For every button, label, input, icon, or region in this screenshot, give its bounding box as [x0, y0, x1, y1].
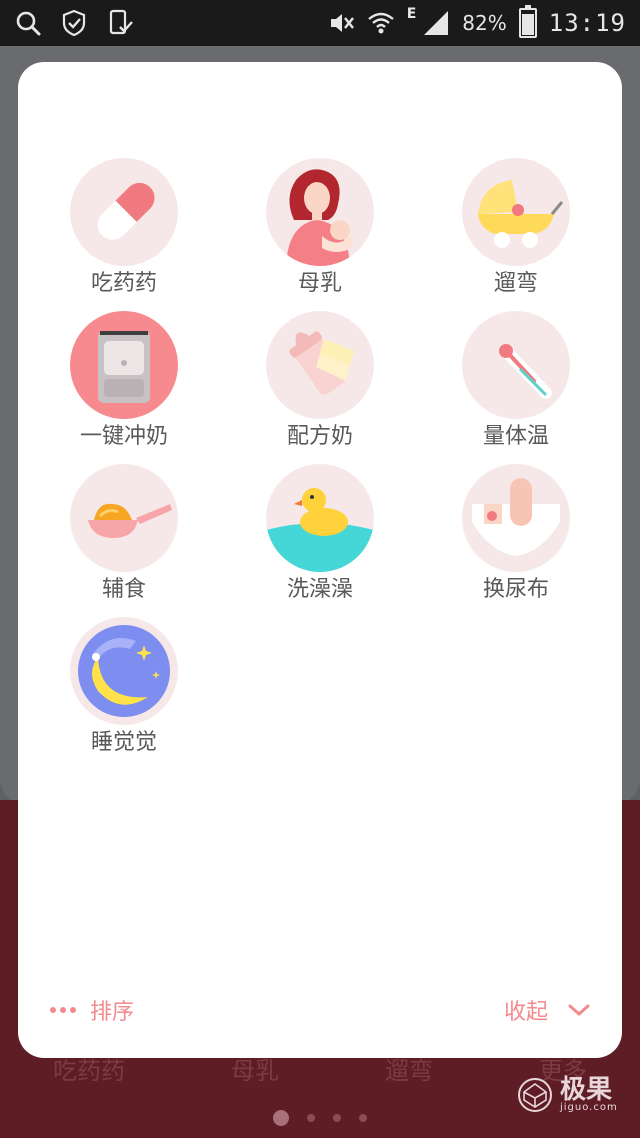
grid-item-label: 配方奶: [286, 424, 353, 449]
grid-item-diaper[interactable]: 换尿布: [418, 464, 614, 604]
baby-stroller-icon: [462, 158, 570, 266]
page-dot: [273, 1110, 289, 1126]
diaper-icon: [462, 464, 570, 572]
status-bar: E 82% 13:19: [0, 0, 640, 46]
function-panel: 吃药药 母乳 遛弯 一键冲奶 配方奶 量体温 辅食 洗澡澡 换尿布 睡觉觉 排序…: [18, 62, 622, 1058]
chevron-down-icon: [568, 1004, 590, 1016]
mute-icon: [330, 14, 354, 32]
collapse-label: 收起: [503, 1000, 548, 1025]
grid-item-label: 量体温: [482, 424, 549, 449]
grid-item-medicine[interactable]: 吃药药: [26, 158, 222, 298]
sort-button[interactable]: 排序: [50, 994, 134, 1026]
grid-item-breastfeed[interactable]: 母乳: [222, 158, 418, 298]
grid-item-formula-machine[interactable]: 一键冲奶: [26, 311, 222, 451]
network-type: E: [406, 6, 417, 22]
watermark-en: jiguo.com: [560, 1102, 618, 1113]
grid-item-label: 睡觉觉: [90, 730, 157, 755]
grid-item-formula-milk[interactable]: 配方奶: [222, 311, 418, 451]
function-grid: 吃药药 母乳 遛弯 一键冲奶 配方奶 量体温 辅食 洗澡澡 换尿布 睡觉觉: [18, 158, 622, 757]
collapse-button[interactable]: 收起: [504, 994, 590, 1026]
grid-item-label: 辅食: [101, 577, 146, 602]
page-dot: [307, 1114, 315, 1122]
grid-item-temperature[interactable]: 量体温: [418, 311, 614, 451]
watermark-cn: 极果: [560, 1075, 613, 1105]
baby-bottle-icon: [266, 311, 374, 419]
shield-check-icon: [62, 9, 86, 37]
sort-label: 排序: [90, 1000, 135, 1025]
grid-item-label: 一键冲奶: [79, 424, 168, 449]
battery-percent: 82%: [462, 11, 507, 35]
grid-item-sleep[interactable]: 睡觉觉: [26, 617, 222, 757]
grid-item-label: 母乳: [297, 271, 342, 296]
page-dot: [333, 1114, 341, 1122]
battery-icon: [518, 5, 537, 38]
jiguo-logo-icon: [518, 1078, 552, 1112]
watermark: 极果 jiguo.com: [516, 1076, 618, 1114]
grid-item-stroller[interactable]: 遛弯: [418, 158, 614, 298]
formula-machine-icon: [70, 311, 178, 419]
thermometer-icon: [462, 311, 570, 419]
grid-item-solid-food[interactable]: 辅食: [26, 464, 222, 604]
breastfeeding-mother-icon: [266, 158, 374, 266]
search-icon: [16, 11, 41, 36]
signal-icon: [424, 11, 449, 35]
phone-check-icon: [109, 9, 133, 35]
bath-duck-icon: [266, 464, 374, 572]
wifi-icon: [367, 12, 394, 34]
clock: 13:19: [548, 9, 626, 37]
panel-footer: 排序 收起: [18, 994, 622, 1034]
food-spoon-icon: [70, 464, 178, 572]
grid-item-label: 吃药药: [90, 271, 157, 296]
grid-item-bath[interactable]: 洗澡澡: [222, 464, 418, 604]
grid-item-label: 遛弯: [493, 271, 538, 296]
sleep-moon-icon: [70, 617, 178, 725]
page-dot: [359, 1114, 367, 1122]
more-dots-icon: [50, 1007, 76, 1013]
grid-item-label: 洗澡澡: [286, 577, 353, 602]
medicine-capsule-icon: [70, 158, 178, 266]
grid-item-label: 换尿布: [482, 577, 549, 602]
